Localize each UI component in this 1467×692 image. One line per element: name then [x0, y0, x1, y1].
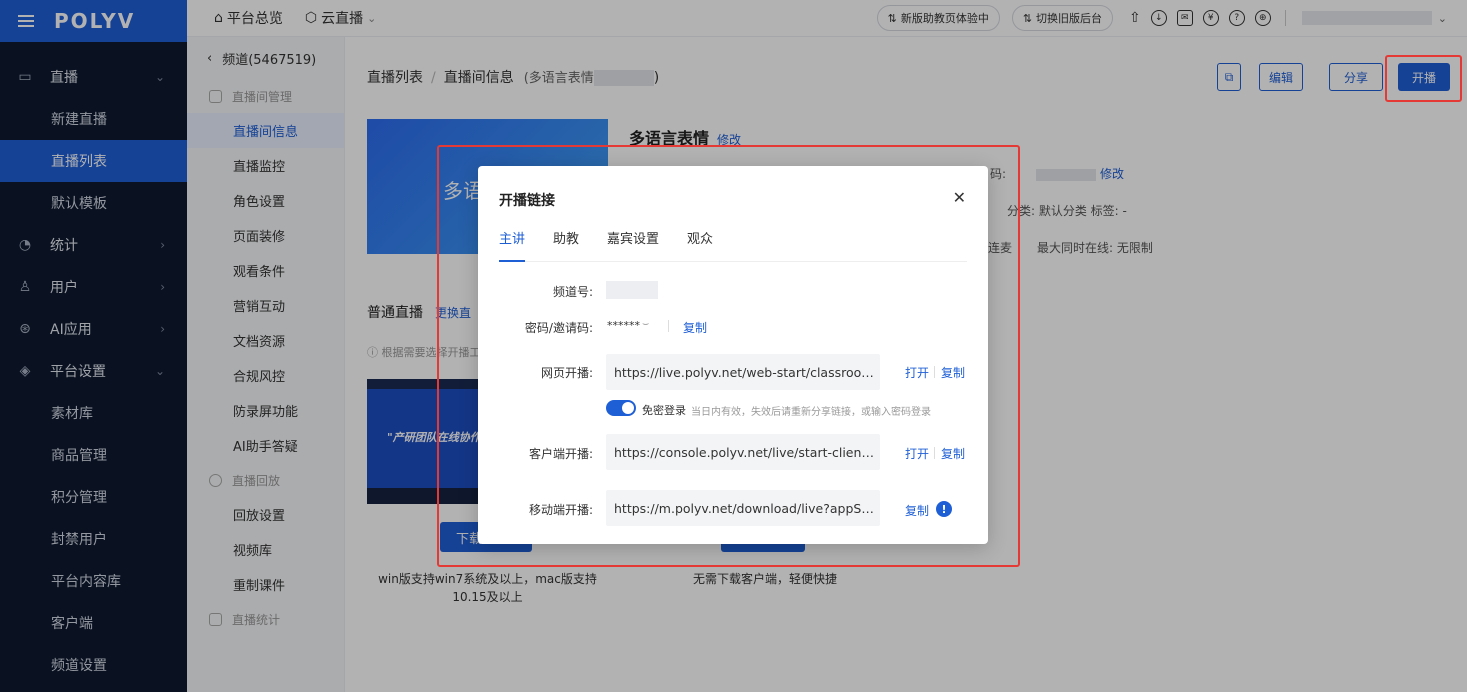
highlight-dialog	[437, 145, 1020, 567]
highlight-start-button	[1385, 55, 1462, 102]
